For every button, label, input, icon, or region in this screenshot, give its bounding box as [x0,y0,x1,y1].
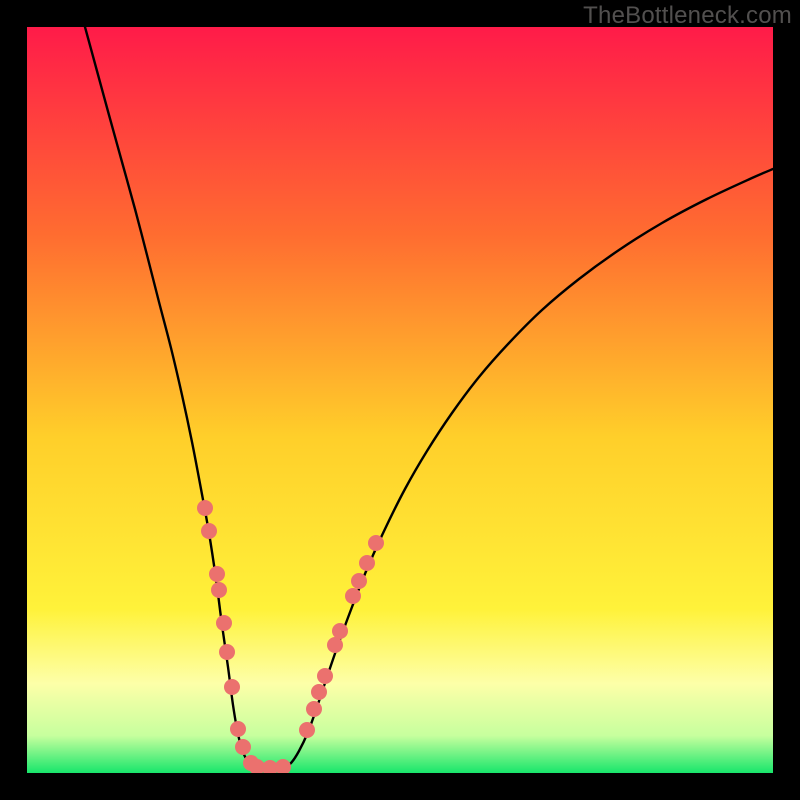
right-dot [351,573,367,589]
right-dot [317,668,333,684]
right-dot [345,588,361,604]
v-curve [85,27,773,768]
right-dot [332,623,348,639]
curve-layer [27,27,773,773]
left-dot [211,582,227,598]
left-dot [230,721,246,737]
right-dot [306,701,322,717]
left-dot [219,644,235,660]
left-dot [209,566,225,582]
right-dot [368,535,384,551]
chart-stage: TheBottleneck.com [0,0,800,800]
left-dot [224,679,240,695]
right-dot [327,637,343,653]
right-dot [359,555,375,571]
left-dot [197,500,213,516]
left-dot [216,615,232,631]
plot-area [27,27,773,773]
data-dots [197,500,384,773]
watermark-text: TheBottleneck.com [583,2,792,30]
valley-dot [275,759,291,773]
left-dot [201,523,217,539]
right-dot [299,722,315,738]
left-dot [235,739,251,755]
right-dot [311,684,327,700]
curve-right-branch [283,169,773,768]
